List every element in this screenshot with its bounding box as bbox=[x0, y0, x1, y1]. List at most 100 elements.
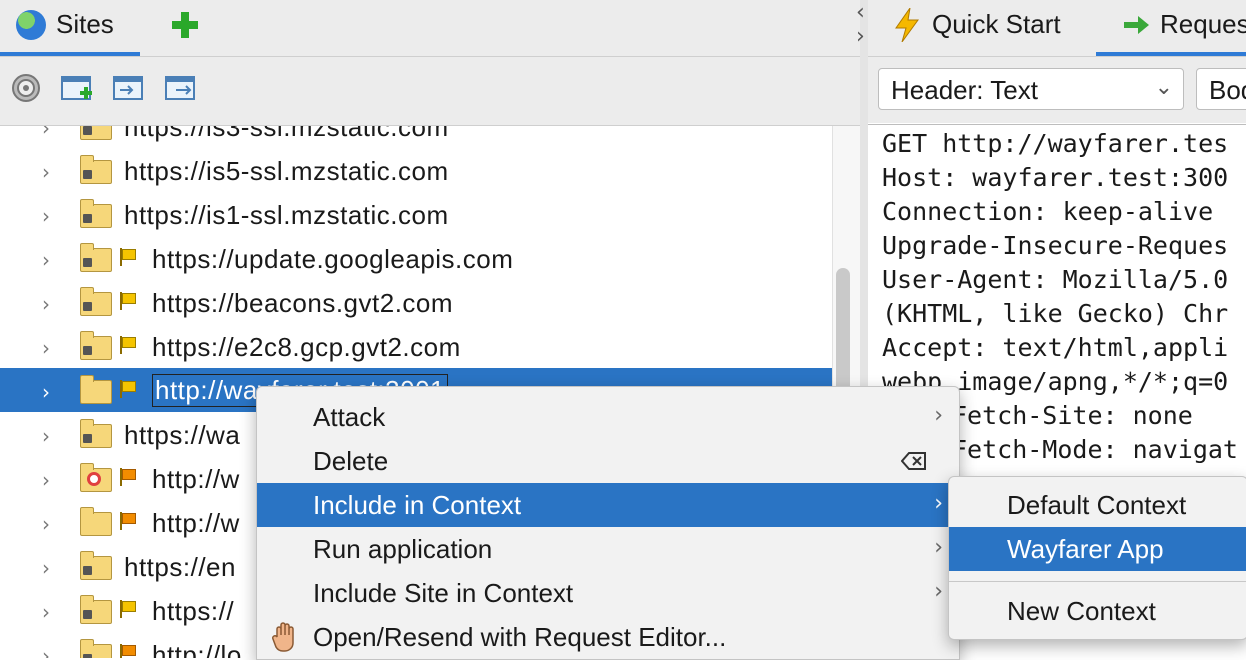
tree-row-label: https://update.googleapis.com bbox=[152, 244, 514, 274]
folder-icon bbox=[80, 331, 112, 360]
chevron-right-icon: › bbox=[934, 491, 943, 516]
tree-row-label: https://is5-ssl.mzstatic.com bbox=[124, 156, 449, 186]
new-window-icon[interactable] bbox=[60, 73, 94, 103]
folder-icon bbox=[80, 507, 112, 536]
chevron-right-icon: › bbox=[934, 579, 943, 604]
chevron-right-icon[interactable]: › bbox=[42, 160, 50, 184]
folder-icon bbox=[80, 595, 112, 624]
tab-quick-start[interactable]: Quick Start bbox=[932, 9, 1061, 40]
menu-separator bbox=[949, 581, 1246, 582]
tree-row[interactable]: › https://is3-ssl.mzstatic.com bbox=[0, 126, 832, 148]
active-tab-indicator bbox=[0, 52, 140, 56]
tree-row-label: https://is3-ssl.mzstatic.com bbox=[124, 126, 449, 142]
flag-icon bbox=[118, 512, 136, 530]
menu-item-label: Attack bbox=[313, 402, 386, 432]
header-format-select[interactable]: Header: Text ⌄ bbox=[878, 68, 1184, 110]
header-format-value: Header: Text bbox=[891, 75, 1038, 105]
submenu-item-label: New Context bbox=[1007, 596, 1156, 626]
flag-icon bbox=[118, 468, 136, 486]
tree-row[interactable]: › https://update.googleapis.com bbox=[0, 236, 832, 280]
tree-row-label: https:// bbox=[152, 596, 235, 626]
tree-row-label: https://beacons.gvt2.com bbox=[152, 288, 454, 318]
menu-item-label: Open/Resend with Request Editor... bbox=[313, 622, 727, 652]
submenu-item[interactable]: Default Context bbox=[949, 483, 1246, 527]
menu-item-label: Include Site in Context bbox=[313, 578, 574, 608]
flag-cloth bbox=[122, 645, 136, 656]
tree-row-label: https://en bbox=[124, 552, 236, 582]
tab-request[interactable]: Reques bbox=[1160, 9, 1246, 40]
context-menu: Attack › Delete Include in Context › Run appl… bbox=[256, 386, 960, 660]
tree-row-label: http://w bbox=[152, 508, 240, 538]
tree-row[interactable]: › https://beacons.gvt2.com bbox=[0, 280, 832, 324]
flag-cloth bbox=[122, 513, 136, 524]
flag-cloth bbox=[122, 293, 136, 304]
hand-icon bbox=[271, 621, 299, 653]
lock-icon bbox=[83, 654, 92, 658]
folder-icon bbox=[80, 155, 112, 184]
folder-icon bbox=[80, 375, 112, 404]
globe-icon bbox=[16, 10, 46, 40]
folder-icon bbox=[80, 199, 112, 228]
folder-icon bbox=[80, 126, 112, 140]
lock-icon bbox=[83, 214, 92, 223]
submenu-item-label: Default Context bbox=[1007, 490, 1187, 520]
chevron-right-icon: › bbox=[934, 535, 943, 560]
flag-cloth bbox=[122, 249, 136, 260]
collapse-left-icon[interactable]: ‹ bbox=[856, 0, 865, 25]
active-tab-indicator bbox=[1096, 52, 1246, 56]
flag-icon bbox=[118, 248, 136, 266]
menu-item-label: Run application bbox=[313, 534, 493, 564]
flag-icon bbox=[118, 336, 136, 354]
tab-sites-label: Sites bbox=[56, 9, 114, 39]
menu-item[interactable]: Run application › bbox=[257, 527, 957, 571]
delete-icon bbox=[900, 451, 927, 471]
chevron-right-icon[interactable]: › bbox=[42, 336, 50, 360]
chevron-right-icon[interactable]: › bbox=[42, 556, 50, 580]
chevron-right-icon[interactable]: › bbox=[42, 424, 50, 448]
add-icon[interactable] bbox=[170, 10, 200, 40]
chevron-right-icon[interactable]: › bbox=[42, 126, 50, 140]
menu-item[interactable]: Include in Context › bbox=[257, 483, 957, 527]
menu-item[interactable]: Attack › bbox=[257, 395, 957, 439]
lock-icon bbox=[83, 346, 92, 355]
flag-cloth bbox=[122, 469, 136, 480]
chevron-right-icon[interactable]: › bbox=[42, 380, 50, 404]
tree-row-label: http://lo bbox=[152, 640, 242, 658]
chevron-right-icon[interactable]: › bbox=[42, 512, 50, 536]
submenu-item[interactable]: Wayfarer App bbox=[949, 527, 1246, 571]
tree-row[interactable]: › https://e2c8.gcp.gvt2.com bbox=[0, 324, 832, 368]
tree-row[interactable]: › https://is1-ssl.mzstatic.com bbox=[0, 192, 832, 236]
submenu-item[interactable]: New Context bbox=[949, 589, 1246, 633]
menu-item[interactable]: Open/Resend with Request Editor... bbox=[257, 615, 957, 659]
body-format-select[interactable]: Bod bbox=[1196, 68, 1246, 110]
folder-icon bbox=[80, 463, 112, 492]
chevron-right-icon[interactable]: › bbox=[42, 600, 50, 624]
folder-icon bbox=[80, 639, 112, 658]
lock-icon bbox=[83, 610, 92, 619]
lightning-icon bbox=[892, 7, 922, 43]
export-icon[interactable] bbox=[164, 73, 198, 103]
menu-item[interactable]: Include Site in Context › bbox=[257, 571, 957, 615]
lock-icon bbox=[83, 170, 92, 179]
target-icon[interactable] bbox=[10, 73, 44, 103]
import-icon[interactable] bbox=[112, 73, 146, 103]
chevron-right-icon[interactable]: › bbox=[42, 204, 50, 228]
chevron-right-icon: › bbox=[934, 403, 943, 428]
tree-row[interactable]: › https://is5-ssl.mzstatic.com bbox=[0, 148, 832, 192]
request-line: (KHTML, like Gecko) Chr bbox=[882, 299, 1229, 328]
chevron-down-icon: ⌄ bbox=[1154, 75, 1173, 100]
lock-icon bbox=[83, 126, 92, 135]
menu-item[interactable]: Delete bbox=[257, 439, 957, 483]
context-submenu: Default Context Wayfarer App New Context bbox=[948, 476, 1246, 640]
lock-icon bbox=[83, 434, 92, 443]
collapse-right-icon[interactable]: › bbox=[856, 24, 865, 49]
sites-toolbar bbox=[0, 57, 860, 126]
chevron-right-icon[interactable]: › bbox=[42, 248, 50, 272]
request-line: User-Agent: Mozilla/5.0 bbox=[882, 265, 1229, 294]
flag-cloth bbox=[122, 601, 136, 612]
chevron-right-icon[interactable]: › bbox=[42, 468, 50, 492]
tab-sites[interactable]: Sites bbox=[0, 0, 140, 56]
chevron-right-icon[interactable]: › bbox=[42, 292, 50, 316]
tree-row-label: https://is1-ssl.mzstatic.com bbox=[124, 200, 449, 230]
chevron-right-icon[interactable]: › bbox=[42, 644, 50, 658]
